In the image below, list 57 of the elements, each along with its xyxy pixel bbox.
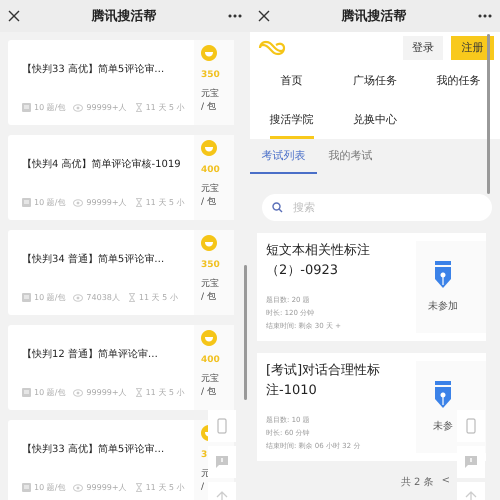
reward-amount: 400 xyxy=(201,165,220,175)
task-meta: 11 天 5 小 xyxy=(146,387,184,398)
reward-unit: / 包 xyxy=(201,196,216,209)
task-card[interactable]: 【快判12 普通】简单评论审… 10 题/包 99999+人 11 天 5 小 400 元宝 / 包 xyxy=(8,325,234,410)
register-button[interactable]: 注册 xyxy=(451,36,494,60)
total-count: 共 2 条 xyxy=(400,476,434,489)
task-meta: 74038人 xyxy=(86,292,120,303)
nav-item[interactable]: 搜活学院 xyxy=(270,106,314,139)
task-title: 【快判12 普通】简单评论审… xyxy=(22,348,159,361)
screen-title: 腾讯搜活帮 xyxy=(342,8,406,25)
reward-amount: 350 xyxy=(201,260,220,270)
exam-status: 未参加 xyxy=(428,300,458,313)
task-meta: 99999+人 xyxy=(86,197,127,208)
tab[interactable]: 我的考试 xyxy=(317,139,384,174)
task-meta: 10 题/包 xyxy=(34,197,66,208)
task-meta: 10 题/包 xyxy=(34,102,66,113)
task-meta: 11 天 5 小 xyxy=(146,102,184,113)
reward-unit: / 包 xyxy=(201,291,216,304)
task-card[interactable]: 【快判4 高优】简单评论审核-1019 10 题/包 99999+人 11 天 5 小 400 元宝 / 包 xyxy=(8,135,234,220)
reward-unit: / 包 xyxy=(201,101,216,114)
exam-title: [考试]对话合理性标注-1010 xyxy=(266,362,382,400)
task-title: 【快判34 普通】简单5评论审… xyxy=(22,252,166,266)
exam-status: 未参 xyxy=(433,420,453,433)
task-meta: 11 天 5 小 xyxy=(138,292,178,303)
task-meta: 99999+人 xyxy=(86,387,127,398)
nav-item[interactable]: 我的任务 xyxy=(436,67,480,100)
task-meta: 10 题/包 xyxy=(34,387,66,398)
nav-item[interactable]: 兑换中心 xyxy=(352,106,397,139)
nav-item[interactable]: 广场任务 xyxy=(352,67,397,100)
reward-unit: 元宝 xyxy=(201,373,219,386)
search-field[interactable]: 搜索 xyxy=(262,194,492,221)
task-meta: 99999+人 xyxy=(86,102,127,113)
reward-unit: 元宝 xyxy=(201,88,219,101)
reward-unit: / xyxy=(201,481,204,494)
task-meta: 10 题/包 xyxy=(34,292,66,303)
reward-amount: 3 xyxy=(201,450,208,460)
search-input[interactable]: 搜索 xyxy=(291,200,445,215)
task-meta: 99999+人 xyxy=(86,482,127,493)
prev-page[interactable]: < xyxy=(442,475,450,489)
reward-amount: 400 xyxy=(201,355,220,365)
screen-title: 腾讯搜活帮 xyxy=(92,8,156,25)
nav-item[interactable]: 首页 xyxy=(280,67,303,100)
task-card[interactable]: 【快判34 普通】简单5评论审… 10 题/包 74038人 11 天 5 小 350 元宝 / 包 xyxy=(8,230,234,315)
reward-unit: 元宝 xyxy=(201,183,219,196)
reward-unit: 元宝 xyxy=(201,278,219,291)
task-meta: 10 题/包 xyxy=(34,482,66,493)
task-title: 【快判33 高优】简单5评论审… xyxy=(22,62,166,76)
reward-amount: 350 xyxy=(201,70,220,80)
task-card[interactable]: 【快判33 高优】简单5评论审… 10 题/包 99999+人 11 天 5 小 350 元宝 / 包 xyxy=(8,40,234,125)
reward-unit: / 包 xyxy=(201,386,216,399)
task-meta: 11 天 5 小 xyxy=(146,482,184,493)
exam-title: 短文本相关性标注（2）-0923 xyxy=(266,242,371,280)
tab[interactable]: 考试列表 xyxy=(250,139,317,174)
task-title: 【快判33 高优】简单5评论审… xyxy=(22,442,166,456)
task-title: 【快判4 高优】简单评论审核-1019 xyxy=(22,158,182,171)
task-meta: 11 天 5 小 xyxy=(146,197,184,208)
login-button[interactable]: 登录 xyxy=(403,36,443,60)
